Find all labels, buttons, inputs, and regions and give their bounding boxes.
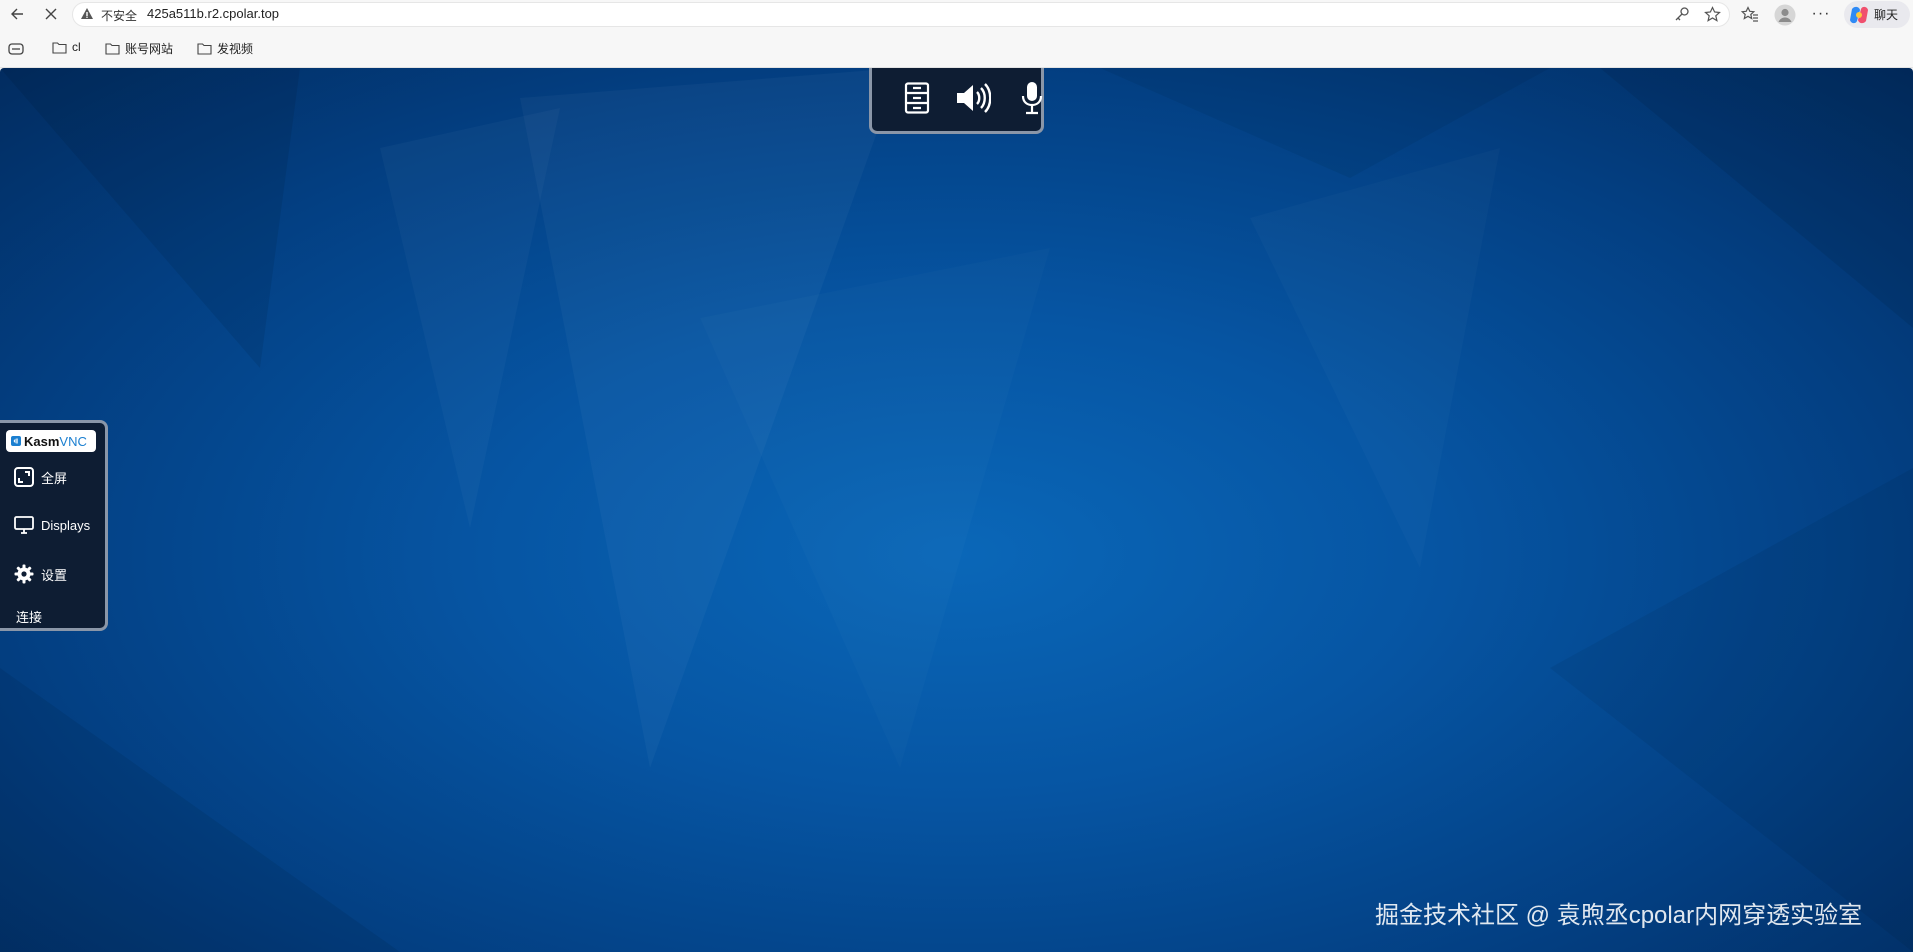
microphone-toggle-button[interactable]	[1014, 80, 1050, 116]
star-icon	[1703, 5, 1721, 22]
wallpaper-pattern	[0, 68, 1913, 952]
security-status-label[interactable]: 不安全	[101, 7, 137, 24]
remote-desktop-canvas[interactable]: KasmVNC 全屏 Displays 设置 连接 掘金技术社区 @ 袁煦丞cp…	[0, 68, 1913, 952]
filing-cabinet-icon	[904, 82, 930, 114]
file-manager-button[interactable]	[899, 80, 935, 116]
fullscreen-icon	[14, 467, 34, 487]
profile-button[interactable]	[1773, 3, 1797, 27]
monitor-icon	[14, 516, 34, 534]
bookmark-folder-cl[interactable]: cl	[52, 40, 81, 54]
address-field[interactable]	[72, 2, 1730, 27]
key-icon	[1675, 7, 1689, 21]
folder-icon	[105, 43, 120, 55]
stop-loading-button[interactable]	[40, 3, 62, 25]
copilot-icon	[1850, 6, 1868, 23]
close-icon	[45, 8, 57, 20]
speaker-icon	[957, 83, 991, 113]
bookmark-folder-accounts[interactable]: 账号网站	[105, 40, 173, 57]
watermark-text: 掘金技术社区 @ 袁煦丞cpolar内网穿透实验室	[1375, 902, 1863, 929]
back-button[interactable]	[6, 3, 28, 25]
kasm-side-panel: KasmVNC 全屏 Displays 设置 连接	[0, 420, 108, 631]
chat-button[interactable]: 聊天	[1844, 1, 1910, 28]
kasm-logo-icon	[11, 436, 21, 446]
fullscreen-button[interactable]: 全屏	[14, 467, 67, 487]
more-options-button[interactable]: ···	[1810, 4, 1832, 24]
kasm-control-bar	[869, 68, 1044, 134]
bookmark-label: 发视频	[217, 42, 254, 56]
password-key-button[interactable]	[1672, 4, 1692, 24]
fullscreen-label: 全屏	[41, 470, 68, 486]
kasmvnc-logo: KasmVNC	[6, 430, 96, 452]
audio-toggle-button[interactable]	[955, 80, 991, 116]
browser-address-bar: 不安全 425a511b.r2.cpolar.top ··· 聊天	[0, 0, 1913, 29]
bookmark-folder-videos[interactable]: 发视频	[197, 40, 253, 57]
folder-icon	[52, 41, 67, 54]
url-text[interactable]: 425a511b.r2.cpolar.top	[147, 6, 279, 21]
microphone-icon	[1021, 82, 1043, 115]
avatar-icon	[1774, 4, 1796, 26]
folder-icon	[197, 43, 212, 55]
settings-button[interactable]: 设置	[14, 564, 67, 584]
bookmark-label: cl	[72, 40, 81, 54]
chat-label: 聊天	[1874, 8, 1899, 22]
displays-button[interactable]: Displays	[14, 516, 90, 534]
bookmarks-bar: cl 账号网站 发视频	[0, 29, 1913, 68]
displays-label: Displays	[41, 517, 91, 533]
favorites-list-button[interactable]	[1740, 4, 1760, 24]
warning-icon[interactable]	[80, 7, 94, 21]
connect-button[interactable]: 连接	[16, 607, 42, 626]
favorites-icon	[1741, 6, 1758, 22]
arrow-left-icon	[11, 8, 23, 20]
settings-label: 设置	[41, 567, 68, 583]
favorite-button[interactable]	[1702, 4, 1722, 24]
gear-icon	[14, 564, 34, 584]
tab-actions-icon[interactable]	[8, 43, 24, 55]
bookmark-label: 账号网站	[125, 42, 174, 56]
logo-text: KasmVNC	[24, 433, 87, 449]
